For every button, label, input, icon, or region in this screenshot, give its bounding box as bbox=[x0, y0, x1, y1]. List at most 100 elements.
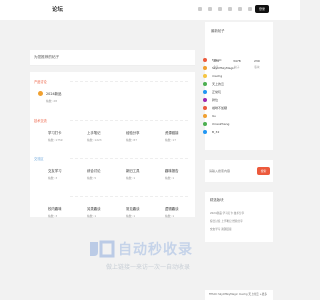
forum-name: 交友学习 bbox=[48, 169, 62, 173]
ranking-username: SkyOfSkyMagic bbox=[212, 66, 235, 70]
forum-item[interactable]: 趣味报告 帖数: 1 bbox=[165, 168, 179, 180]
forum-item[interactable]: 经验分享 帖数: 87 bbox=[126, 130, 140, 142]
nav-item-2[interactable] bbox=[208, 7, 212, 11]
featured-forums-list: 2024新品 学习打卡 技术分享 综合讨论 上手笔记 经验分享 交友学习 资源链… bbox=[210, 210, 270, 234]
ranking-username: XiraoZhang bbox=[212, 122, 230, 126]
ranking-username: 咖啡不加糖 bbox=[212, 106, 228, 110]
active-users-text: FPSCC SkyOfSkyMagic machg 天上的云 +更多 bbox=[209, 293, 267, 296]
user-avatar-icon bbox=[203, 82, 207, 86]
forum-item[interactable]: 资源链接 帖数: 17 bbox=[165, 130, 179, 142]
forum-item[interactable]: 上手笔记 帖数: 1223 bbox=[87, 130, 102, 142]
forum-stat: 帖数: 3 bbox=[48, 176, 58, 180]
forum-item[interactable]: 2024新品 帖数: 28 bbox=[46, 91, 61, 103]
forum-name: 常见趣谈 bbox=[126, 207, 140, 211]
section-title-tech: 技术交流 bbox=[34, 119, 47, 123]
forum-stat: 帖数: 1759 bbox=[48, 138, 63, 142]
recommended-title: 为您推荐的帖子 bbox=[34, 55, 60, 59]
forum-stat: 帖数: 1 bbox=[126, 214, 136, 218]
forum-item[interactable]: 新旧工具 帖数: 1 bbox=[126, 168, 140, 180]
forum-item[interactable]: 常见趣谈 帖数: 1 bbox=[126, 206, 140, 218]
search-button[interactable]: 搜索 bbox=[257, 167, 270, 175]
recommended-header: 为您推荐的帖子 bbox=[30, 50, 195, 66]
featured-forums-line[interactable]: 综合讨论 上手笔记 经验分享 bbox=[210, 218, 270, 226]
user-avatar-icon bbox=[203, 98, 207, 102]
active-users-card: FPSCC SkyOfSkyMagic machg 天上的云 +更多 bbox=[205, 290, 273, 300]
forum-stat: 帖数: 1223 bbox=[87, 138, 102, 142]
forum-stat: 帖数: 3 bbox=[48, 214, 58, 218]
forum-stat: 帖数: 17 bbox=[165, 138, 176, 142]
section-divider bbox=[70, 196, 188, 197]
forum-stat: 帖数: 87 bbox=[126, 138, 137, 142]
stats-card-label: 最新帖子 bbox=[211, 29, 225, 33]
ranking-item[interactable]: XiraoZhang bbox=[203, 122, 273, 128]
user-avatar-icon bbox=[203, 66, 207, 70]
ranking-item[interactable]: machg bbox=[203, 74, 273, 80]
section-divider bbox=[70, 158, 188, 159]
watermark-subtitle: 做上链接一来访一次一自动收录 bbox=[106, 264, 191, 271]
section-title-exchange: 交流区 bbox=[34, 157, 44, 161]
featured-forums-line[interactable]: 2024新品 学习打卡 技术分享 bbox=[210, 210, 270, 218]
forum-stat: 帖数: 1 bbox=[126, 176, 136, 180]
forum-item[interactable]: 校内趣味 帖数: 3 bbox=[48, 206, 62, 218]
watermark: 自动秒收录 做上链接一来访一次一自动收录 bbox=[88, 239, 218, 275]
ranking-username: FPSCC bbox=[212, 58, 222, 62]
ranking-username: machg bbox=[212, 74, 223, 78]
login-button[interactable]: 登录 bbox=[255, 5, 269, 13]
nav-item-3[interactable] bbox=[218, 7, 222, 11]
featured-forums-card: 精选版块 2024新品 学习打卡 技术分享 综合讨论 上手笔记 经验分享 交友学… bbox=[205, 192, 273, 242]
user-avatar-icon bbox=[203, 58, 207, 62]
featured-forums-line[interactable]: 交友学习 资源链接 bbox=[210, 226, 270, 234]
user-avatar-icon bbox=[203, 122, 207, 126]
ranking-item[interactable]: SkyOfSkyMagic bbox=[203, 66, 273, 72]
forum-icon bbox=[38, 91, 43, 96]
forum-name: 校内趣味 bbox=[48, 207, 62, 211]
ranking-item[interactable]: 9u bbox=[203, 114, 273, 120]
featured-forums-label: 精选版块 bbox=[210, 198, 224, 202]
section-title-product: 产品讨论 bbox=[34, 80, 47, 84]
site-logo[interactable]: 论坛 bbox=[52, 5, 63, 13]
ranking-username: 天上的云 bbox=[212, 82, 225, 86]
watermark-logo-icon bbox=[90, 240, 115, 258]
forum-stat: 帖数: 5 bbox=[87, 176, 97, 180]
forum-name: 逻辑趣谈 bbox=[165, 207, 179, 211]
ranking-item[interactable]: FPSCC bbox=[203, 58, 273, 64]
ranking-item[interactable]: 天上的云 bbox=[203, 82, 273, 88]
user-avatar-icon bbox=[203, 130, 207, 134]
section-divider bbox=[70, 81, 188, 82]
nav-item-1[interactable] bbox=[198, 7, 202, 11]
forum-stat: 帖数: 28 bbox=[46, 99, 57, 103]
forum-name: 趣味报告 bbox=[165, 169, 179, 173]
user-avatar-icon bbox=[203, 106, 207, 110]
ranking-item[interactable]: 正常玩 bbox=[203, 90, 273, 96]
forum-item[interactable]: 综合讨论 帖数: 5 bbox=[87, 168, 101, 180]
nav-menu bbox=[198, 7, 262, 11]
forum-stat: 帖数: 1 bbox=[165, 176, 175, 180]
ranking-username: B_32 bbox=[212, 130, 220, 134]
nav-item-4[interactable] bbox=[228, 7, 232, 11]
search-input[interactable] bbox=[209, 167, 255, 175]
forum-name: 学习打卡 bbox=[48, 131, 62, 135]
ranking-item[interactable]: 牌位 bbox=[203, 98, 273, 104]
top-navigation-bar: 论坛 登录 bbox=[0, 0, 300, 20]
user-avatar-icon bbox=[203, 90, 207, 94]
forum-name: 经验分享 bbox=[126, 131, 140, 135]
watermark-title: 自动秒收录 bbox=[118, 242, 193, 258]
forum-item[interactable]: 学习打卡 帖数: 1759 bbox=[48, 130, 63, 142]
ranking-username: 牌位 bbox=[212, 98, 219, 102]
search-box: 搜索 bbox=[205, 160, 273, 182]
forum-name: 资源链接 bbox=[165, 131, 179, 135]
ranking-username: 9u bbox=[212, 114, 216, 118]
section-divider bbox=[70, 120, 188, 121]
forum-item[interactable]: 逻辑趣谈 帖数: 1 bbox=[165, 206, 179, 218]
forum-name: 综合讨论 bbox=[87, 169, 101, 173]
forum-name: 另类趣谈 bbox=[87, 207, 101, 211]
forum-item[interactable]: 另类趣谈 帖数: 1 bbox=[87, 206, 101, 218]
ranking-item[interactable]: 咖啡不加糖 bbox=[203, 106, 273, 112]
nav-item-5[interactable] bbox=[238, 7, 242, 11]
ranking-item[interactable]: B_32 bbox=[203, 130, 273, 136]
forum-stat: 帖数: 1 bbox=[87, 214, 97, 218]
ranking-username: 正常玩 bbox=[212, 90, 222, 94]
nav-item-6[interactable] bbox=[248, 7, 252, 11]
forum-name: 2024新品 bbox=[46, 92, 62, 96]
forum-item[interactable]: 交友学习 帖数: 3 bbox=[48, 168, 62, 180]
